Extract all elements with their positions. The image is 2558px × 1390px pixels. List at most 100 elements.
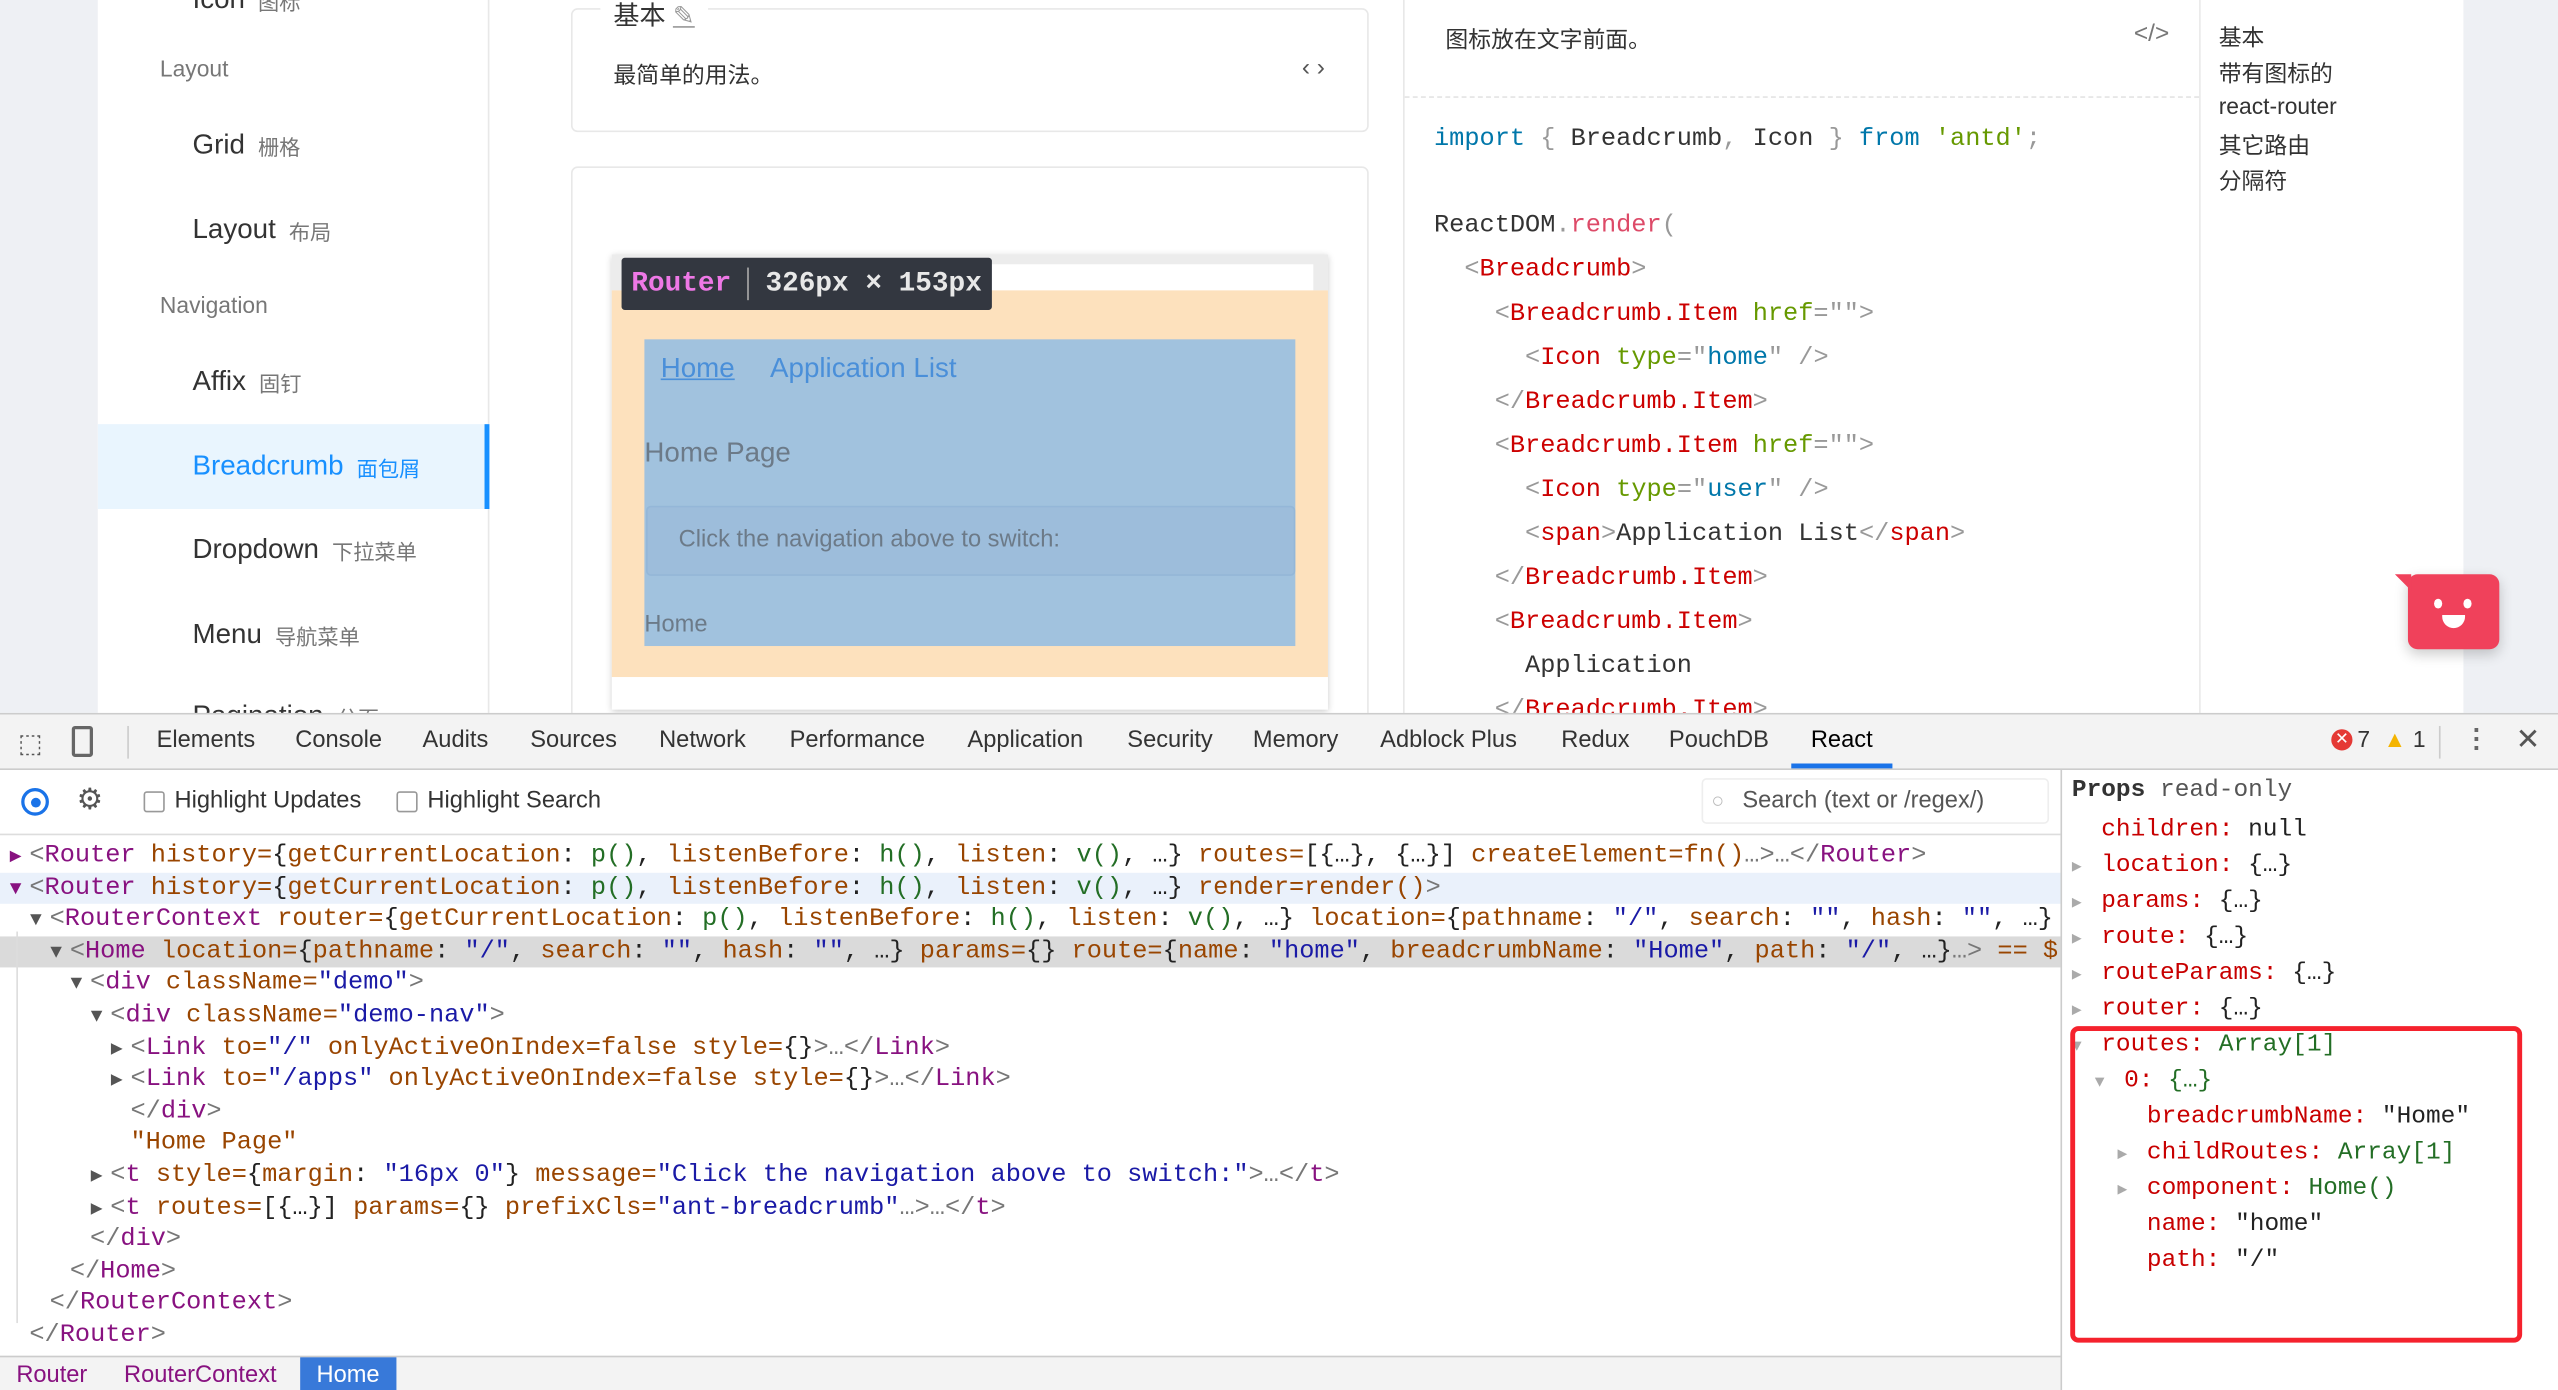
code-expand-icon[interactable]: ‹ › bbox=[1302, 54, 1325, 82]
breadcrumb-home[interactable]: Home bbox=[644, 612, 707, 638]
tree-token: { bbox=[246, 1159, 263, 1190]
tree-token: > bbox=[206, 1095, 222, 1126]
tab-memory[interactable]: Memory bbox=[1253, 715, 1338, 769]
anchor-link[interactable]: 带有图标的 bbox=[2219, 57, 2333, 90]
anchor-link[interactable]: react-router bbox=[2219, 93, 2337, 119]
prop-row[interactable]: ▶ routeParams: {…} bbox=[2072, 956, 2336, 992]
sidebar-item-grid[interactable]: Grid 栅格 bbox=[98, 103, 490, 188]
checkbox-icon[interactable] bbox=[143, 790, 165, 812]
tree-row[interactable]: ▶ <Link to="/" onlyActiveOnIndex=false st… bbox=[0, 1032, 2060, 1064]
tab-sources[interactable]: Sources bbox=[530, 715, 617, 769]
tree-row[interactable]: ▶ <Link to="/apps" onlyActiveOnIndex=fals… bbox=[0, 1064, 2060, 1096]
prop-row[interactable]: ▶ router: {…} bbox=[2072, 992, 2263, 1028]
sidebar-item-layout[interactable]: Layout 布局 bbox=[98, 188, 490, 273]
collapsed-arrow-icon[interactable]: ▶ bbox=[2072, 923, 2101, 959]
tree-token: , bbox=[1840, 904, 1871, 934]
sidebar-item-affix[interactable]: Affix 固钉 bbox=[98, 339, 490, 424]
tab-react[interactable]: React bbox=[1791, 715, 1893, 769]
tab-elements[interactable]: Elements bbox=[157, 715, 256, 769]
more-options-icon[interactable]: ⋮ bbox=[2463, 723, 2489, 756]
pencil-icon[interactable]: ✎ bbox=[673, 3, 695, 31]
close-icon[interactable]: ✕ bbox=[2516, 723, 2541, 757]
tree-row[interactable]: </div> bbox=[0, 1224, 2060, 1256]
expanded-arrow-icon[interactable]: ▼ bbox=[91, 1002, 111, 1032]
tree-row[interactable]: ▶ <Router history={getCurrentLocation: p(… bbox=[0, 840, 2060, 872]
tab-console[interactable]: Console bbox=[295, 715, 382, 769]
collapsed-arrow-icon[interactable]: ▶ bbox=[111, 1066, 131, 1096]
tree-token: "/" bbox=[1612, 904, 1659, 934]
error-icon[interactable]: ✕ bbox=[2331, 729, 2353, 751]
tree-row[interactable]: ▼ <Router history={getCurrentLocation: p(… bbox=[0, 872, 2061, 905]
breadcrumb-home[interactable]: Home bbox=[300, 1357, 396, 1390]
tree-row[interactable]: ▶ <t style={margin: "16px 0"} message="Cl… bbox=[0, 1160, 2060, 1192]
collapsed-arrow-icon[interactable]: ▶ bbox=[10, 842, 30, 872]
tree-token: [{…}, {…}] bbox=[1304, 840, 1456, 870]
tree-row[interactable]: ▶ <t routes=[{…}] params={} prefixCls="an… bbox=[0, 1192, 2060, 1224]
tree-token: to= bbox=[206, 1032, 268, 1062]
tab-pouchdb[interactable]: PouchDB bbox=[1669, 715, 1769, 769]
highlight-search-checkbox[interactable]: Highlight Search bbox=[396, 788, 601, 814]
anchor-link[interactable]: 分隔符 bbox=[2219, 165, 2288, 198]
highlight-updates-checkbox[interactable]: Highlight Updates bbox=[143, 788, 361, 814]
sidebar-item-icon[interactable]: Icon 图标 bbox=[98, 0, 490, 42]
settings-gear-icon[interactable]: ⚙ bbox=[77, 783, 103, 817]
tree-token: : bbox=[1815, 936, 1846, 966]
sidebar-item-breadcrumb[interactable]: Breadcrumb 面包屑 bbox=[97, 424, 490, 509]
collapsed-arrow-icon[interactable]: ▶ bbox=[91, 1162, 111, 1192]
tree-token: "Click the navigation above to switch:" bbox=[656, 1159, 1249, 1190]
sidebar-item-menu[interactable]: Menu 导航菜单 bbox=[98, 592, 490, 677]
tab-performance[interactable]: Performance bbox=[790, 715, 925, 769]
tree-row[interactable]: </Home> bbox=[0, 1256, 2060, 1288]
tab-audits[interactable]: Audits bbox=[423, 715, 489, 769]
prop-row[interactable]: ▶ route: {…} bbox=[2072, 920, 2248, 956]
collapsed-arrow-icon[interactable]: ▶ bbox=[2072, 887, 2101, 923]
tree-row[interactable]: </RouterContext> bbox=[0, 1288, 2060, 1320]
nav-link-home[interactable]: Home bbox=[661, 352, 735, 385]
expanded-arrow-icon[interactable]: ▼ bbox=[30, 906, 50, 936]
device-toolbar-icon[interactable] bbox=[71, 725, 93, 757]
prop-row[interactable]: children: null bbox=[2072, 812, 2307, 848]
expanded-arrow-icon[interactable]: ▼ bbox=[70, 970, 90, 1000]
checkbox-icon[interactable] bbox=[396, 790, 418, 812]
code-collapse-icon[interactable]: </> bbox=[2134, 20, 2169, 48]
tree-row[interactable]: ▼ <Home location={pathname: "/", search: … bbox=[0, 936, 2061, 969]
tooltip-divider bbox=[747, 267, 750, 301]
highlight-box bbox=[2070, 1026, 2523, 1343]
tab-adblock-plus[interactable]: Adblock Plus bbox=[1380, 715, 1517, 769]
tree-token: to= bbox=[206, 1063, 268, 1094]
tree-token: , bbox=[1036, 904, 1067, 934]
tree-token: routes= bbox=[1182, 840, 1305, 870]
breadcrumb-routercontext[interactable]: RouterContext bbox=[108, 1357, 293, 1390]
collapsed-arrow-icon[interactable]: ▶ bbox=[2072, 959, 2101, 995]
tree-token: < bbox=[130, 1063, 146, 1094]
error-count[interactable]: 7 bbox=[2357, 726, 2370, 752]
tree-row[interactable]: </Router> bbox=[0, 1320, 2060, 1352]
tree-row[interactable]: "Home Page" bbox=[0, 1128, 2060, 1160]
tab-application[interactable]: Application bbox=[967, 715, 1083, 769]
tree-row[interactable]: ▼ <div className="demo"> bbox=[0, 968, 2060, 1000]
collapsed-arrow-icon[interactable]: ▶ bbox=[111, 1034, 131, 1064]
tree-row[interactable]: ▼ <RouterContext router={getCurrentLocati… bbox=[0, 904, 2060, 936]
tab-network[interactable]: Network bbox=[659, 715, 746, 769]
tab-security[interactable]: Security bbox=[1127, 715, 1212, 769]
collapsed-arrow-icon[interactable]: ▶ bbox=[91, 1194, 111, 1224]
prop-row[interactable]: ▶ location: {…} bbox=[2072, 848, 2292, 884]
nav-link-application-list[interactable]: Application List bbox=[770, 352, 957, 385]
tab-redux[interactable]: Redux bbox=[1561, 715, 1629, 769]
inspect-element-icon[interactable]: ⬚ bbox=[18, 728, 43, 761]
expanded-arrow-icon[interactable]: ▼ bbox=[50, 938, 70, 968]
tree-row[interactable]: ▼ <div className="demo-nav"> bbox=[0, 1000, 2060, 1032]
tree-row[interactable]: </div> bbox=[0, 1096, 2060, 1128]
sidebar-item-dropdown[interactable]: Dropdown 下拉菜单 bbox=[98, 507, 490, 592]
search-input[interactable]: ○ Search (text or /regex/) bbox=[1701, 778, 2050, 824]
breadcrumb-router[interactable]: Router bbox=[0, 1357, 104, 1390]
anchor-link[interactable]: 其它路由 bbox=[2219, 129, 2310, 162]
mascot-icon[interactable] bbox=[2394, 574, 2500, 650]
warning-count[interactable]: 1 bbox=[2413, 726, 2426, 752]
warning-icon[interactable]: ▲ bbox=[2383, 726, 2406, 752]
anchor-link[interactable]: 基本 bbox=[2219, 21, 2265, 54]
select-element-icon[interactable] bbox=[21, 787, 49, 816]
collapsed-arrow-icon[interactable]: ▶ bbox=[2072, 852, 2101, 888]
prop-row[interactable]: ▶ params: {…} bbox=[2072, 884, 2263, 920]
expanded-arrow-icon[interactable]: ▼ bbox=[10, 874, 30, 904]
